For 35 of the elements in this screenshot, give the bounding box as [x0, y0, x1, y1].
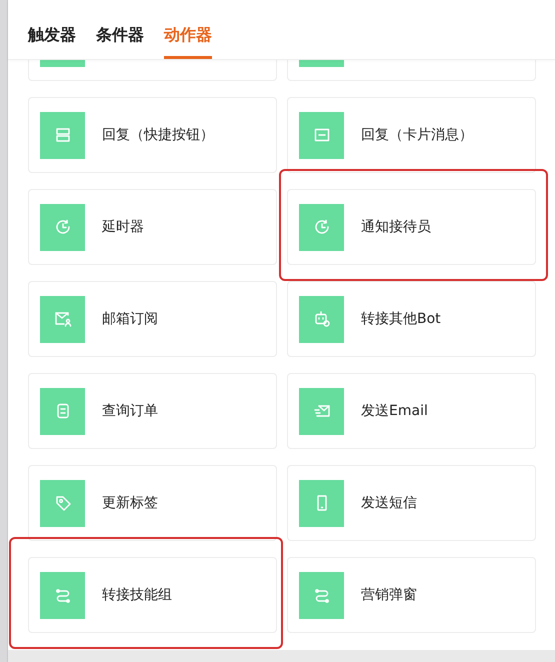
action-label: 发送短信 — [361, 494, 417, 512]
action-card[interactable]: 发送Email — [287, 373, 536, 449]
action-label: 回复（快捷按钮） — [102, 126, 214, 144]
action-label: 转接其他Bot — [361, 310, 441, 328]
action-card[interactable]: 邮箱订阅 — [28, 281, 277, 357]
rows-icon — [54, 126, 72, 144]
mail-user-icon — [54, 310, 72, 328]
card-icon — [312, 126, 330, 144]
route-icon — [54, 586, 72, 604]
action-label: 查询订单 — [102, 402, 158, 420]
action-card[interactable]: 查询订单 — [28, 373, 277, 449]
action-label: 邮箱订阅 — [102, 310, 158, 328]
tag-icon — [54, 494, 72, 512]
robot-icon — [312, 310, 330, 328]
action-label: 通知接待员 — [361, 218, 431, 236]
action-card[interactable]: 更新标签 — [28, 465, 277, 541]
action-card[interactable]: 转接技能组 — [28, 557, 277, 633]
clock-icon — [312, 218, 330, 236]
action-card[interactable]: 通知接待员 — [287, 189, 536, 265]
action-label: 回复（卡片消息） — [361, 126, 473, 144]
tab[interactable]: 条件器 — [96, 25, 144, 59]
route-icon — [312, 586, 330, 604]
action-card[interactable]: 转接其他Bot — [287, 281, 536, 357]
tab[interactable]: 触发器 — [28, 25, 76, 59]
action-card[interactable]: 延时器 — [28, 189, 277, 265]
action-label: 转接技能组 — [102, 586, 172, 604]
action-label: 延时器 — [102, 218, 144, 236]
action-label: 营销弹窗 — [361, 586, 417, 604]
clock-icon — [54, 218, 72, 236]
action-card[interactable]: 发送短信 — [287, 465, 536, 541]
action-card[interactable]: 营销弹窗 — [287, 557, 536, 633]
action-label: 发送Email — [361, 402, 428, 420]
action-card[interactable]: 回复（卡片消息） — [287, 97, 536, 173]
action-card[interactable]: 回复（快捷按钮） — [28, 97, 277, 173]
action-label: 更新标签 — [102, 494, 158, 512]
